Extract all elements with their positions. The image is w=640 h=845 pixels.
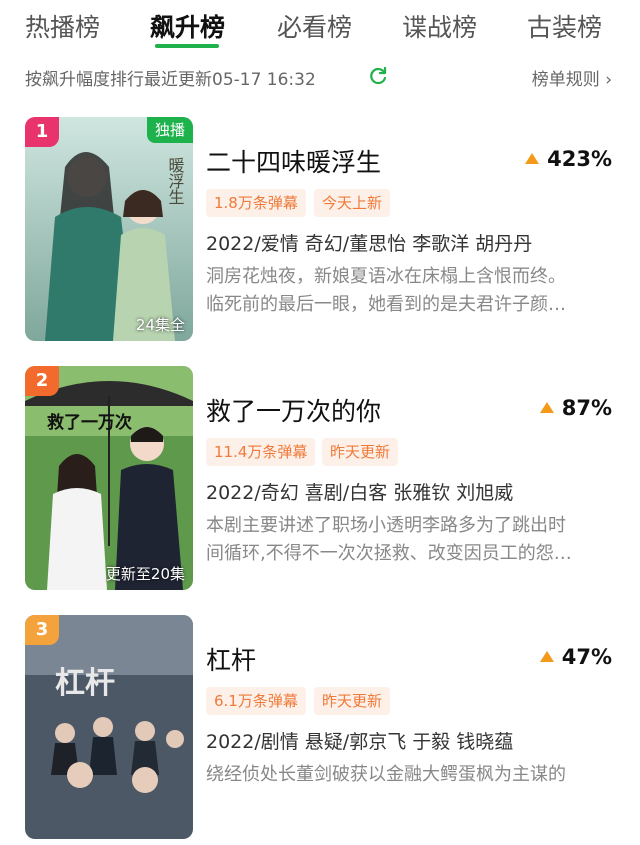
drama-description: 绕经侦处长董剑破获以金融大鳄蛋枫为主谋的 [206,761,616,789]
episode-count: 更新至20集 [105,565,185,583]
tab-costume[interactable]: 古装榜 [527,8,602,44]
description-line: 绕经侦处长董剑破获以金融大鳄蛋枫为主谋的 [206,764,566,785]
poster-image[interactable]: 暖浮生 1 独播 24集全 [25,117,193,341]
description-line: 本剧主要讲述了职场小透明李路多为了跳出时 [206,515,566,536]
update-status-tag: 昨天更新 [314,687,391,715]
update-status-tag: 今天上新 [314,189,391,217]
drama-title[interactable]: 二十四味暖浮生 [206,143,381,179]
rise-percentage: 423% [525,147,612,171]
update-info: 按飙升幅度排行最近更新05-17 16:32 [25,70,316,90]
description-line: 间循环,不得不一次次拯救、改变因员工的怨… [206,543,572,564]
list-item[interactable]: 杠杆 3 杠杆 47% 6.1万条弹幕 昨天更新 2022/剧情 悬疑/郭京飞 … [0,615,640,845]
refresh-icon[interactable] [368,66,388,86]
ranking-rules-link[interactable]: 榜单规则 › [532,65,612,90]
drama-description: 洞房花烛夜，新娘夏语冰在床榻上含恨而终。 临死前的最后一眼，她看到的是夫君许子颜… [206,263,616,319]
list-item[interactable]: 暖浮生 1 独播 24集全 二十四味暖浮生 423% 1.8万条弹幕 今天上新 … [0,117,640,347]
tab-spy[interactable]: 谍战榜 [402,8,477,44]
rank-badge: 2 [25,366,59,396]
tab-must-watch[interactable]: 必看榜 [277,8,352,44]
poster-image[interactable]: 救了一万次 2 更新至20集 [25,366,193,590]
drama-title[interactable]: 杠杆 [206,641,256,677]
drama-meta: 2022/奇幻 喜剧/白客 张雅钦 刘旭威 [206,482,514,504]
rise-arrow-icon [539,402,554,413]
update-status-tag: 昨天更新 [322,438,399,466]
description-line: 临死前的最后一眼，她看到的是夫君许子颜… [206,294,566,315]
drama-meta: 2022/爱情 奇幻/董思怡 李歌洋 胡丹丹 [206,233,533,255]
poster-image[interactable]: 杠杆 3 [25,615,193,839]
drama-meta: 2022/剧情 悬疑/郭京飞 于毅 钱晓蕴 [206,731,514,753]
rise-value: 47% [561,645,612,669]
exclusive-badge: 独播 [146,117,193,143]
rank-badge: 1 [25,117,59,147]
rise-arrow-icon [525,153,540,164]
rank-badge: 3 [25,615,59,645]
list-item[interactable]: 救了一万次 2 更新至20集 救了一万次的你 87% 11.4万条弹幕 昨天更新… [0,366,640,596]
active-tab-indicator [155,44,219,48]
drama-title[interactable]: 救了一万次的你 [206,392,381,428]
svg-text:暖浮生: 暖浮生 [166,157,185,205]
ranking-tabs: 热播榜 飙升榜 必看榜 谍战榜 古装榜 [0,0,640,52]
description-line: 洞房花烛夜，新娘夏语冰在床榻上含恨而终。 [206,266,566,287]
rise-percentage: 47% [539,645,612,669]
rise-value: 423% [547,147,612,171]
tab-hot[interactable]: 热播榜 [25,8,100,44]
svg-text:救了一万次: 救了一万次 [47,412,132,433]
svg-text:杠杆: 杠杆 [55,666,115,701]
rise-value: 87% [561,396,612,420]
danmaku-count-tag: 6.1万条弹幕 [206,687,306,715]
rise-percentage: 87% [539,396,612,420]
danmaku-count-tag: 11.4万条弹幕 [206,438,316,466]
rise-arrow-icon [539,651,554,662]
episode-count: 24集全 [135,316,185,334]
drama-description: 本剧主要讲述了职场小透明李路多为了跳出时 间循环,不得不一次次拯救、改变因员工的… [206,512,616,568]
danmaku-count-tag: 1.8万条弹幕 [206,189,306,217]
ranking-subheader: 按飙升幅度排行最近更新05-17 16:32 榜单规则 › [0,56,640,96]
tab-rising[interactable]: 飙升榜 [150,8,225,44]
